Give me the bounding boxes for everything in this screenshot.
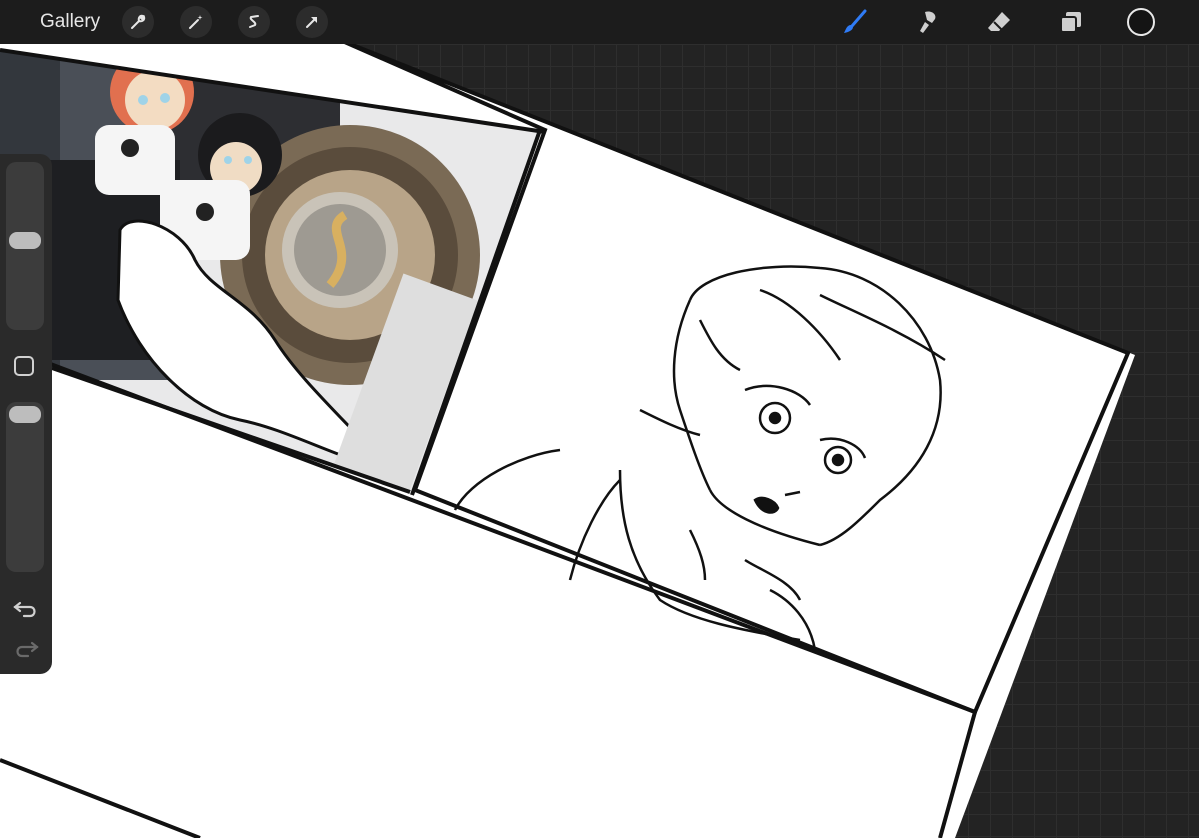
adjustments-wand-icon[interactable] (180, 6, 213, 38)
brush-size-thumb[interactable] (9, 232, 41, 249)
eraser-icon[interactable] (983, 6, 1015, 38)
color-picker-swatch[interactable] (1127, 8, 1155, 36)
drawing-canvas[interactable] (0, 44, 1199, 838)
comic-page-artwork[interactable] (0, 44, 1199, 838)
redo-icon[interactable] (12, 634, 40, 662)
layers-icon[interactable] (1055, 6, 1087, 38)
brush-size-slider[interactable] (6, 162, 44, 330)
brush-icon[interactable] (839, 6, 871, 38)
top-toolbar: Gallery (0, 0, 1199, 44)
undo-icon[interactable] (12, 594, 40, 622)
opacity-slider[interactable] (6, 402, 44, 572)
gallery-button[interactable]: Gallery (40, 11, 100, 33)
smudge-icon[interactable] (911, 6, 943, 38)
selection-icon[interactable] (238, 6, 271, 38)
transform-arrow-icon[interactable] (296, 6, 329, 38)
modify-button[interactable] (14, 356, 34, 376)
opacity-thumb[interactable] (9, 406, 41, 423)
actions-wrench-icon[interactable] (122, 6, 155, 38)
side-toolbar (0, 154, 52, 674)
